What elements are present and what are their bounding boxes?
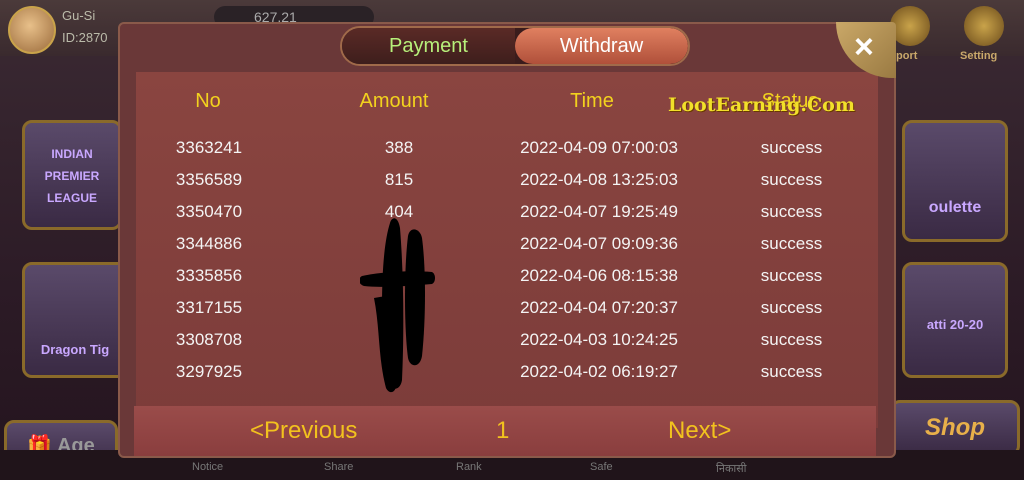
row-no: 3344886 [175, 234, 243, 253]
row-time: 2022-04-02 06:19:27 [520, 362, 678, 381]
row-time: 2022-04-07 19:25:49 [520, 202, 678, 221]
shop-label: Shop [925, 414, 985, 441]
row-status: success [760, 362, 823, 381]
row-no: 3308708 [175, 330, 243, 349]
tab-payment[interactable]: Payment [342, 28, 515, 64]
gear-icon [964, 6, 1004, 46]
support-label: port [896, 50, 918, 62]
row-time: 2022-04-08 13:25:03 [520, 170, 678, 189]
row-no: 3335856 [175, 266, 243, 285]
header-amount: Amount [359, 90, 429, 112]
avatar [8, 6, 56, 54]
row-no: 3350470 [175, 202, 243, 221]
table-row: 3344886 2022-04-07 09:09:36 success [134, 228, 878, 260]
user-name: Gu-Si [62, 8, 96, 23]
notice-label: Notice [192, 461, 224, 473]
ipl-game-tile: INDIAN PREMIER LEAGUE [22, 120, 122, 230]
roulette-tile: oulette [902, 120, 1008, 242]
user-id: ID:2870 [62, 30, 108, 45]
row-status: success [760, 202, 823, 221]
withdraw-nav-label: निकासी [716, 463, 747, 475]
row-no: 3363241 [175, 138, 243, 157]
table-row: 3308708 2022-04-03 10:24:25 success [134, 324, 878, 356]
tab-withdraw[interactable]: Withdraw [515, 28, 688, 64]
row-status: success [760, 298, 823, 317]
table-row: 3363241 388 2022-04-09 07:00:03 success [134, 132, 878, 164]
header-no: No [195, 90, 221, 112]
next-button[interactable]: Next> [668, 406, 731, 456]
roulette-tile-label: oulette [928, 199, 982, 216]
table-row: 3297925 2022-04-02 06:19:27 success [134, 356, 878, 388]
rank-label: Rank [456, 461, 482, 473]
redaction-scribble [360, 218, 435, 393]
row-no: 3317155 [175, 298, 243, 317]
header-time: Time [570, 90, 614, 112]
row-time: 2022-04-07 09:09:36 [520, 234, 678, 253]
ipl-tile-label: INDIAN PREMIER LEAGUE [44, 147, 100, 205]
row-status: success [760, 234, 823, 253]
setting-label: Setting [960, 50, 998, 62]
row-time: 2022-04-09 07:00:03 [520, 138, 678, 157]
row-no: 3356589 [175, 170, 243, 189]
row-status: success [760, 170, 823, 189]
previous-button[interactable]: <Previous [250, 406, 357, 456]
row-time: 2022-04-04 07:20:37 [520, 298, 678, 317]
row-amount: 388 [384, 138, 414, 157]
safe-label: Safe [590, 461, 613, 473]
shop-tile: Shop [890, 400, 1020, 456]
dragon-tile-label: Dragon Tig [40, 342, 110, 357]
row-status: success [760, 266, 823, 285]
support-icon [890, 6, 930, 46]
table-row: 3317155 2022-04-04 07:20:37 success [134, 292, 878, 324]
pagination-bar: <Previous 1 Next> [134, 406, 876, 456]
table-row: 3356589 815 2022-04-08 13:25:03 success [134, 164, 878, 196]
row-status: success [760, 138, 823, 157]
close-icon: × [854, 28, 874, 66]
teen-patti-tile-label: atti 20-20 [926, 317, 984, 332]
teen-patti-tile: atti 20-20 [902, 262, 1008, 378]
row-status: success [760, 330, 823, 349]
close-button[interactable]: × [836, 22, 896, 78]
row-time: 2022-04-06 08:15:38 [520, 266, 678, 285]
table-row: 3350470 404 2022-04-07 19:25:49 success [134, 196, 878, 228]
row-time: 2022-04-03 10:24:25 [520, 330, 678, 349]
dragon-tiger-tile: Dragon Tig [22, 262, 128, 378]
watermark-text: LootEarning.Com [668, 94, 855, 116]
share-label: Share [324, 461, 354, 473]
table-row: 3335856 2022-04-06 08:15:38 success [134, 260, 878, 292]
row-amount: 815 [384, 170, 414, 189]
tab-group: Payment Withdraw [340, 26, 690, 66]
page-number: 1 [496, 417, 510, 444]
row-no: 3297925 [175, 362, 243, 381]
